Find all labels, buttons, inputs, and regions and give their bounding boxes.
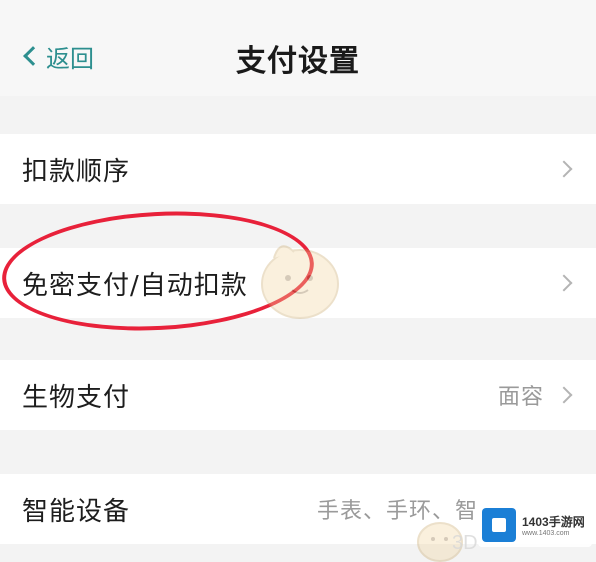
chevron-right-icon bbox=[555, 160, 573, 178]
row-label: 生物支付 bbox=[22, 382, 131, 413]
settings-row-biometric-payment[interactable]: 生物支付 面容 bbox=[0, 360, 596, 430]
settings-row-deduction-order[interactable]: 扣款顺序 bbox=[0, 134, 596, 204]
row-value: 手表、手环、智 bbox=[316, 499, 478, 524]
navigation-bar: 返回 支付设置 bbox=[0, 0, 596, 96]
site-name: 1403手游网 bbox=[522, 515, 585, 529]
row-label: 免密支付/自动扣款 bbox=[22, 270, 248, 301]
cube-logo-icon bbox=[482, 508, 516, 542]
chevron-right-icon bbox=[555, 386, 573, 404]
site-url: www.1403.com bbox=[522, 530, 570, 537]
chevron-right-icon bbox=[555, 274, 573, 292]
watermark-text: 3D bbox=[452, 532, 478, 554]
settings-row-password-free-payment[interactable]: 免密支付/自动扣款 bbox=[0, 248, 596, 318]
row-label: 智能设备 bbox=[22, 496, 131, 527]
site-watermark-badge: 1403手游网 www.1403.com bbox=[478, 503, 592, 547]
page-title: 支付设置 bbox=[236, 44, 360, 79]
row-value: 面容 bbox=[497, 385, 544, 410]
row-label: 扣款顺序 bbox=[22, 156, 131, 187]
